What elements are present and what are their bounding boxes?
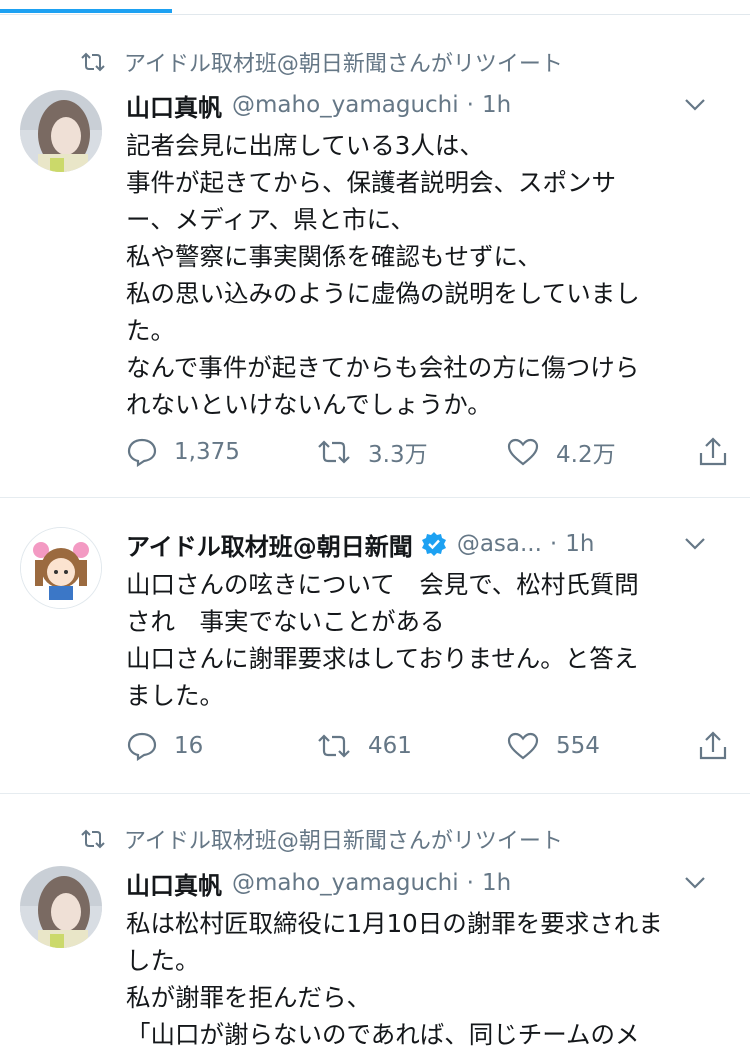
tweet-text-line: 私は松村匠取締役に1月10日の謝罪を要求されま	[126, 909, 663, 938]
chevron-down-icon[interactable]	[684, 537, 706, 551]
like-count: 4.2万	[556, 442, 616, 468]
tweet-text-line: した。	[126, 946, 200, 975]
tweet-text-line: 私や警察に事実関係を確認もせずに、	[126, 242, 542, 271]
avatar[interactable]	[20, 90, 102, 172]
share-button[interactable]	[698, 432, 744, 472]
timestamp[interactable]: 1h	[482, 870, 511, 896]
retweet-context-label: アイドル取材班@朝日新聞さんがリツイート	[124, 52, 563, 77]
avatar[interactable]	[20, 866, 102, 948]
user-handle[interactable]: @asa...	[457, 531, 542, 557]
like-count: 554	[556, 733, 600, 759]
display-name[interactable]: アイドル取材班@朝日新聞	[126, 527, 413, 562]
retweet-icon	[81, 829, 105, 849]
tweet-text-line: 記者会見に出席している3人は、	[126, 131, 484, 160]
retweet-icon	[318, 734, 350, 758]
display-name[interactable]: 山口真帆	[126, 866, 222, 901]
share-icon	[699, 437, 727, 466]
retweet-count: 461	[368, 733, 412, 759]
user-handle[interactable]: @maho_yamaguchi	[232, 870, 459, 896]
retweet-context[interactable]: アイドル取材班@朝日新聞さんがリツイート	[80, 824, 563, 854]
reply-count: 16	[174, 733, 204, 759]
retweet-count: 3.3万	[368, 442, 428, 468]
retweet-context-label: アイドル取材班@朝日新聞さんがリツイート	[124, 829, 563, 854]
share-icon	[699, 731, 727, 760]
tweet-text-line: され 事実でないことがある	[126, 607, 445, 636]
divider	[0, 793, 750, 794]
tweet-text-line: た。	[126, 316, 175, 345]
tweet-text-line: 山口さんの呟きについて 会見で、松村氏質問	[126, 570, 639, 599]
separator-dot: ·	[549, 531, 558, 557]
heart-icon	[507, 438, 539, 466]
reply-count: 1,375	[174, 439, 240, 465]
like-button[interactable]: 554	[506, 726, 600, 766]
tweet-text-line: 「山口が謝らないのであれば、同じチームのメ	[126, 1020, 640, 1049]
tweet-text-line: 私が謝罪を拒んだら、	[126, 983, 371, 1012]
reply-icon	[127, 438, 157, 467]
retweet-button[interactable]: 461	[316, 726, 412, 766]
divider	[0, 497, 750, 498]
tweet-text-line: 山口さんに謝罪要求はしておりません。と答え	[126, 644, 639, 673]
tweet-header: アイドル取材班@朝日新聞 @asa... · 1h	[126, 527, 730, 561]
user-handle[interactable]: @maho_yamaguchi	[232, 92, 459, 118]
reply-button[interactable]: 16	[126, 726, 203, 766]
like-button[interactable]: 4.2万	[506, 432, 616, 472]
timestamp[interactable]: 1h	[482, 92, 511, 118]
avatar[interactable]	[20, 527, 102, 609]
share-button[interactable]	[698, 726, 744, 766]
tweet-text-line: れないといけないんでしょうか。	[126, 390, 492, 419]
tab-bar	[0, 0, 750, 15]
tweet-text-line: ー、メディア、県と市に、	[126, 205, 415, 234]
active-tab-indicator[interactable]	[0, 9, 172, 13]
tweet-text: 山口さんの呟きについて 会見で、松村氏質問 され 事実でないことがある 山口さん…	[126, 566, 726, 714]
verified-badge-icon	[421, 531, 447, 557]
tweet-actions: 1,375 3.3万 4.2万	[126, 432, 736, 472]
tweet-text-line: なんで事件が起きてからも会社の方に傷つけら	[126, 353, 640, 382]
retweet-context[interactable]: アイドル取材班@朝日新聞さんがリツイート	[80, 47, 563, 77]
chevron-down-icon[interactable]	[684, 876, 706, 890]
tweet-text-line: ました。	[126, 681, 224, 710]
heart-icon	[507, 732, 539, 760]
tweet-actions: 16 461 554	[126, 726, 736, 766]
separator-dot: ·	[466, 92, 474, 118]
retweet-icon	[81, 52, 105, 72]
tweet-header: 山口真帆 @maho_yamaguchi · 1h	[126, 866, 730, 900]
tweet-text-line: 私の思い込みのように虚偽の説明をしていまし	[126, 279, 640, 308]
tweet-text: 記者会見に出席している3人は、 事件が起きてから、保護者説明会、スポンサ ー、メ…	[126, 127, 726, 423]
separator-dot: ·	[466, 870, 474, 896]
tweet-text-line: 事件が起きてから、保護者説明会、スポンサ	[126, 168, 616, 197]
tweet-text: 私は松村匠取締役に1月10日の謝罪を要求されま した。 私が謝罪を拒んだら、 「…	[126, 905, 726, 1053]
timestamp[interactable]: 1h	[565, 531, 594, 557]
chevron-down-icon[interactable]	[684, 98, 706, 112]
tweet-header: 山口真帆 @maho_yamaguchi · 1h	[126, 88, 730, 122]
retweet-icon	[318, 440, 350, 464]
reply-icon	[127, 732, 157, 761]
display-name[interactable]: 山口真帆	[126, 88, 222, 123]
retweet-button[interactable]: 3.3万	[316, 432, 428, 472]
reply-button[interactable]: 1,375	[126, 432, 240, 472]
